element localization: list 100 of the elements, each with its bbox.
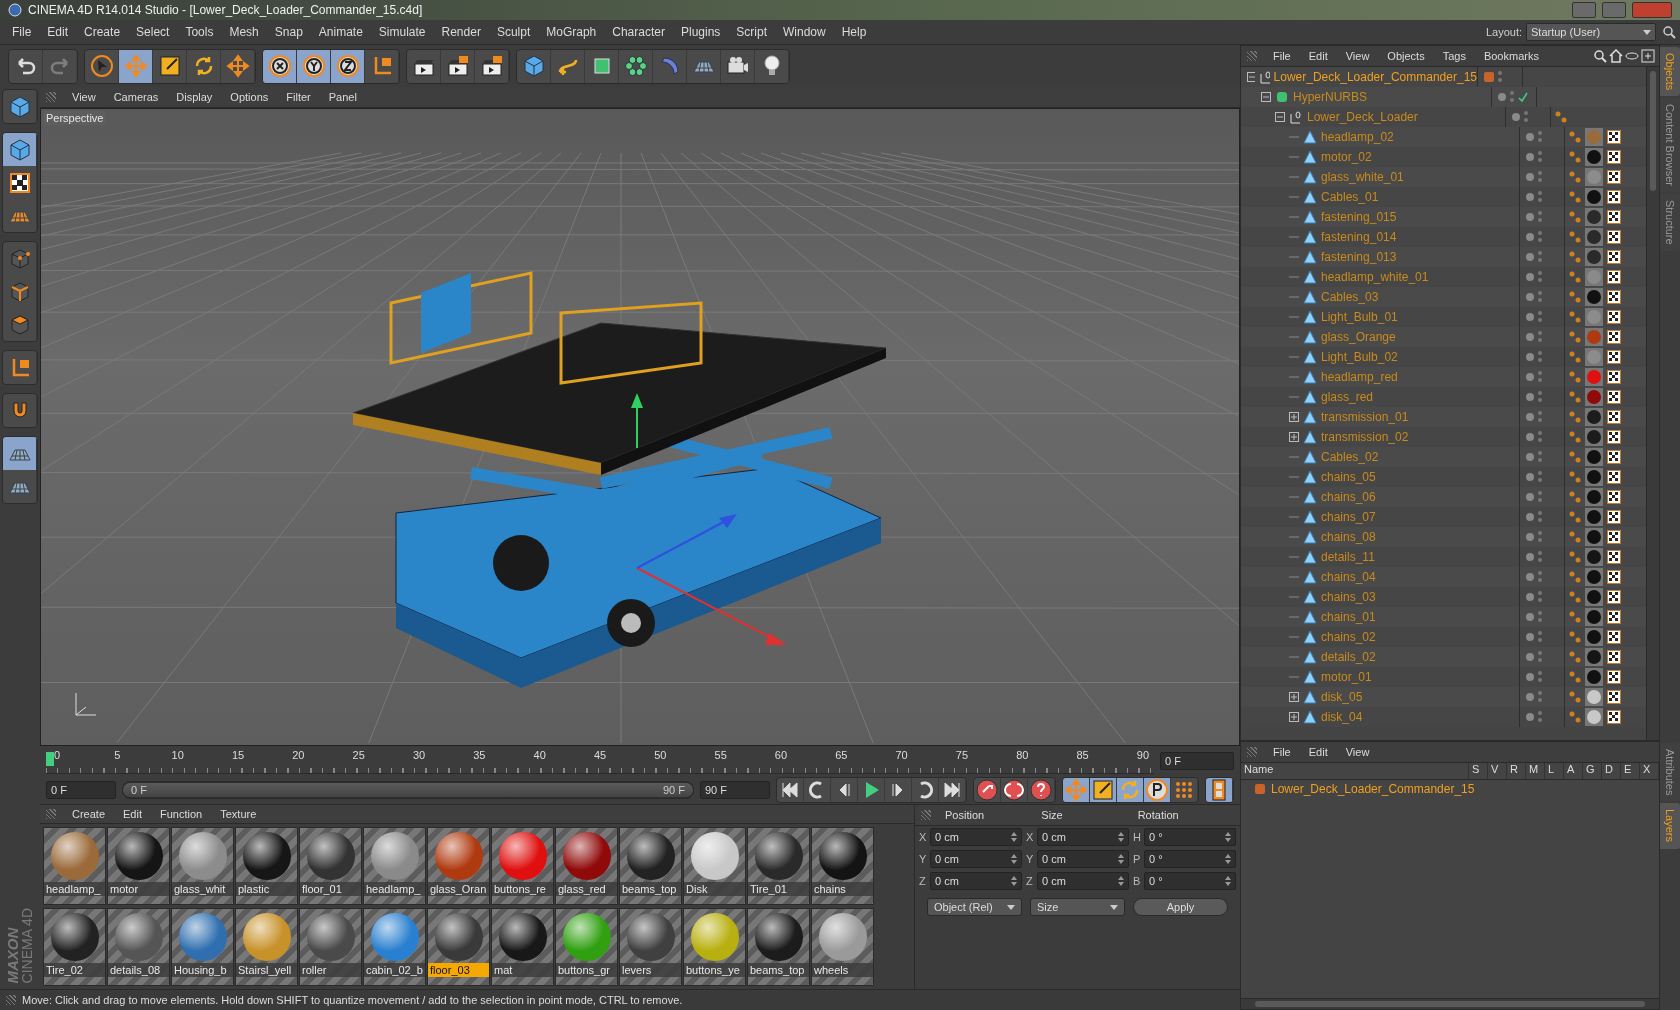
- layer-menu-item[interactable]: File: [1265, 746, 1299, 758]
- current-frame-field[interactable]: 0 F: [46, 781, 116, 799]
- object-menu-item[interactable]: Objects: [1379, 50, 1433, 62]
- texture-tag-icon[interactable]: [1607, 490, 1621, 504]
- phong-tag-icon[interactable]: [1569, 671, 1581, 683]
- render-flags-icon[interactable]: [1537, 310, 1543, 324]
- material-thumbnail[interactable]: Housing_b: [171, 908, 234, 986]
- key-button[interactable]: [1028, 778, 1055, 802]
- material-thumbnail[interactable]: Tire_02: [43, 908, 106, 986]
- side-tab[interactable]: Structure: [1660, 194, 1680, 251]
- collapse-icon[interactable]: [1275, 112, 1285, 122]
- object-menu-item[interactable]: Edit: [1300, 50, 1336, 62]
- visibility-dot-icon[interactable]: [1526, 133, 1534, 141]
- texture-tag-icon[interactable]: [1607, 710, 1621, 724]
- render-flags-icon[interactable]: [1537, 410, 1543, 424]
- phong-tag-icon[interactable]: [1569, 651, 1581, 663]
- visibility-dot-icon[interactable]: [1526, 453, 1534, 461]
- toolbar-button[interactable]: [297, 49, 331, 83]
- coordinate-field[interactable]: 0 °: [1144, 850, 1236, 868]
- grip-icon[interactable]: [1247, 747, 1257, 757]
- visibility-dot-icon[interactable]: [1526, 213, 1534, 221]
- new-window-icon[interactable]: [1641, 49, 1655, 63]
- render-flags-icon[interactable]: [1537, 570, 1543, 584]
- render-flags-icon[interactable]: [1497, 70, 1503, 84]
- visibility-dot-icon[interactable]: [1526, 613, 1534, 621]
- phong-tag-icon[interactable]: [1569, 531, 1581, 543]
- visibility-dot-icon[interactable]: [1526, 673, 1534, 681]
- maximize-button[interactable]: [1602, 2, 1626, 18]
- spinner-arrows-icon[interactable]: [1225, 876, 1231, 886]
- viewport-menu-item[interactable]: Cameras: [105, 91, 167, 103]
- phong-tag-icon[interactable]: [1569, 291, 1581, 303]
- menu-item[interactable]: Help: [833, 25, 875, 39]
- expand-icon[interactable]: [1289, 412, 1299, 422]
- layout-dropdown[interactable]: Startup (User): [1526, 23, 1656, 41]
- render-flags-icon[interactable]: [1537, 450, 1543, 464]
- menu-item[interactable]: Animate: [310, 25, 371, 39]
- viewport[interactable]: Perspective: [40, 108, 1240, 746]
- texture-tag-icon[interactable]: [1607, 370, 1621, 384]
- phong-tag-icon[interactable]: [1569, 591, 1581, 603]
- phong-tag-icon[interactable]: [1569, 511, 1581, 523]
- menu-item[interactable]: Mesh: [221, 25, 267, 39]
- menu-item[interactable]: MoGraph: [538, 25, 605, 39]
- spinner-arrows-icon[interactable]: [1118, 832, 1124, 842]
- material-thumbnail[interactable]: glass_Oran: [427, 827, 490, 905]
- coordinate-field[interactable]: 0 cm: [930, 872, 1022, 890]
- material-thumbnail[interactable]: beams_top: [747, 908, 810, 986]
- side-tab[interactable]: Content Browser: [1660, 98, 1680, 193]
- render-flags-icon[interactable]: [1537, 690, 1543, 704]
- render-flags-icon[interactable]: [1537, 330, 1543, 344]
- object-menu-item[interactable]: Bookmarks: [1475, 50, 1547, 62]
- material-tag-icon[interactable]: [1585, 448, 1603, 466]
- visibility-dot-icon[interactable]: [1526, 173, 1534, 181]
- texture-tag-icon[interactable]: [1607, 410, 1621, 424]
- material-tag-icon[interactable]: [1585, 548, 1603, 566]
- material-thumbnail[interactable]: Disk: [683, 827, 746, 905]
- collapse-icon[interactable]: [1261, 92, 1271, 102]
- render-flags-icon[interactable]: [1537, 630, 1543, 644]
- texture-tag-icon[interactable]: [1607, 270, 1621, 284]
- frame-field[interactable]: 0 F: [1160, 752, 1234, 770]
- material-menu-item[interactable]: Edit: [115, 808, 150, 820]
- texture-tag-icon[interactable]: [1607, 470, 1621, 484]
- menu-item[interactable]: Window: [775, 25, 834, 39]
- render-flags-icon[interactable]: [1537, 430, 1543, 444]
- coordinate-field[interactable]: 0 cm: [1037, 850, 1129, 868]
- texture-tag-icon[interactable]: [1607, 310, 1621, 324]
- side-tab[interactable]: Layers: [1660, 803, 1680, 849]
- expand-icon[interactable]: [1289, 432, 1299, 442]
- spinner-arrows-icon[interactable]: [1118, 876, 1124, 886]
- material-thumbnail[interactable]: motor: [107, 827, 170, 905]
- visibility-dot-icon[interactable]: [1526, 633, 1534, 641]
- menu-item[interactable]: Sculpt: [488, 25, 539, 39]
- coordinate-field[interactable]: 0 cm: [1037, 872, 1129, 890]
- object-menu-item[interactable]: View: [1337, 50, 1378, 62]
- render-flags-icon[interactable]: [1537, 510, 1543, 524]
- coordinate-field[interactable]: 0 cm: [930, 850, 1022, 868]
- material-thumbnail[interactable]: buttons_ye: [683, 908, 746, 986]
- menu-item[interactable]: Edit: [39, 25, 77, 39]
- coordinate-mode-dropdown[interactable]: Object (Rel): [927, 898, 1022, 916]
- material-menu-item[interactable]: Create: [64, 808, 114, 820]
- texture-tag-icon[interactable]: [1607, 390, 1621, 404]
- spinner-arrows-icon[interactable]: [1118, 854, 1124, 864]
- phong-tag-icon[interactable]: [1555, 111, 1567, 123]
- phong-tag-icon[interactable]: [1569, 571, 1581, 583]
- visibility-dot-icon[interactable]: [1526, 713, 1534, 721]
- material-thumbnail[interactable]: buttons_re: [491, 827, 554, 905]
- visibility-dot-icon[interactable]: [1512, 113, 1520, 121]
- visibility-dot-icon[interactable]: [1526, 193, 1534, 201]
- material-tag-icon[interactable]: [1585, 508, 1603, 526]
- texture-tag-icon[interactable]: [1607, 610, 1621, 624]
- render-flags-icon[interactable]: [1537, 290, 1543, 304]
- minimize-button[interactable]: [1572, 2, 1596, 18]
- visibility-dot-icon[interactable]: [1526, 313, 1534, 321]
- visibility-dot-icon[interactable]: [1526, 273, 1534, 281]
- checkmark-icon[interactable]: [1518, 92, 1528, 102]
- viewport-menu-item[interactable]: Options: [222, 91, 277, 103]
- material-thumbnail[interactable]: Tire_01: [747, 827, 810, 905]
- spinner-arrows-icon[interactable]: [1225, 832, 1231, 842]
- timeline-ruler[interactable]: 0 5 10 15 20 25 30 35 40 45 50 55 60 65 70 75 80 85 90: [46, 748, 1154, 774]
- coordinate-field[interactable]: 0 cm: [930, 828, 1022, 846]
- render-flags-icon[interactable]: [1537, 370, 1543, 384]
